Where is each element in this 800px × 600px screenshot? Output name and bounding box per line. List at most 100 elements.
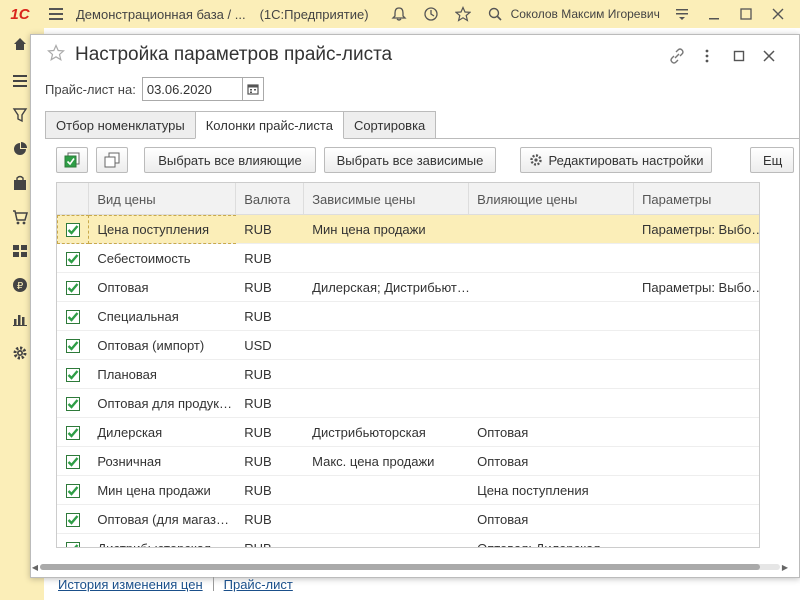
table-row[interactable]: Специальная RUB xyxy=(57,302,759,331)
price-type-cell[interactable]: Себестоимость xyxy=(89,244,236,273)
check-all-button[interactable] xyxy=(56,147,88,173)
influencing-prices-cell[interactable] xyxy=(469,273,634,302)
app-logo[interactable]: 1С xyxy=(0,0,40,28)
dependent-prices-cell[interactable] xyxy=(304,331,469,360)
select-all-dependent-button[interactable]: Выбрать все зависимые xyxy=(324,147,496,173)
price-type-cell[interactable]: Мин цена продажи xyxy=(89,476,236,505)
more-button[interactable]: Ещ xyxy=(750,147,794,173)
horizontal-scrollbar[interactable]: ◀ ▶ xyxy=(30,562,790,572)
price-type-cell[interactable]: Розничная xyxy=(89,447,236,476)
price-type-cell[interactable]: Цена поступления xyxy=(89,215,237,244)
currency-cell[interactable]: RUB xyxy=(236,244,304,273)
scroll-left-icon[interactable]: ◀ xyxy=(30,562,40,572)
parameters-cell[interactable] xyxy=(634,331,759,360)
bell-icon[interactable] xyxy=(383,0,415,28)
currency-cell[interactable]: RUB xyxy=(236,389,304,418)
dependent-prices-cell[interactable]: Макс. цена продажи xyxy=(304,447,469,476)
parameters-cell[interactable] xyxy=(634,534,759,547)
row-checkbox[interactable] xyxy=(57,447,89,476)
row-checkbox[interactable] xyxy=(57,360,89,389)
row-checkbox[interactable] xyxy=(57,505,89,534)
table-row[interactable]: Розничная RUB Макс. цена продажи Оптовая xyxy=(57,447,759,476)
influencing-prices-cell[interactable] xyxy=(469,389,634,418)
price-list-link[interactable]: Прайс-лист xyxy=(224,577,293,592)
checkbox-checked-icon[interactable] xyxy=(66,251,81,266)
currency-cell[interactable]: RUB xyxy=(236,215,304,244)
price-type-cell[interactable]: Оптовая (для магаз… xyxy=(89,505,236,534)
checkbox-checked-icon[interactable] xyxy=(66,309,81,324)
settings-menu-icon[interactable] xyxy=(666,0,698,28)
currency-cell[interactable]: RUB xyxy=(236,418,304,447)
dependent-prices-cell[interactable] xyxy=(304,389,469,418)
price-type-cell[interactable]: Дилерская xyxy=(89,418,236,447)
influencing-prices-cell[interactable]: Оптовая; Дилерская xyxy=(469,534,634,547)
tab-price-list-columns[interactable]: Колонки прайс-листа xyxy=(194,111,344,139)
star-icon[interactable] xyxy=(447,0,479,28)
currency-cell[interactable]: RUB xyxy=(236,273,304,302)
parameters-cell[interactable] xyxy=(634,302,759,331)
currency-cell[interactable]: RUB xyxy=(236,505,304,534)
parameters-cell[interactable] xyxy=(634,389,759,418)
row-checkbox[interactable] xyxy=(57,476,89,505)
maximize-icon[interactable] xyxy=(730,0,762,28)
table-row[interactable]: Оптовая RUB Дилерская; Дистрибьют… Параметр… xyxy=(57,273,759,302)
header-parameters[interactable]: Параметры xyxy=(634,183,759,215)
currency-cell[interactable]: RUB xyxy=(236,534,304,547)
dependent-prices-cell[interactable]: Дистрибьюторская xyxy=(304,418,469,447)
dependent-prices-cell[interactable] xyxy=(304,360,469,389)
table-row[interactable]: Оптовая для продук… RUB xyxy=(57,389,759,418)
table-row[interactable]: Цена поступления RUB Мин цена продажи Парам… xyxy=(57,215,759,244)
dependent-prices-cell[interactable] xyxy=(304,302,469,331)
checkbox-checked-icon[interactable] xyxy=(66,541,81,547)
dependent-prices-cell[interactable] xyxy=(304,534,469,547)
checkbox-checked-icon[interactable] xyxy=(66,425,81,440)
history-icon[interactable] xyxy=(415,0,447,28)
parameters-cell[interactable]: Параметры: Выбо… xyxy=(634,215,759,244)
dependent-prices-cell[interactable] xyxy=(304,505,469,534)
table-row[interactable]: Себестоимость RUB xyxy=(57,244,759,273)
header-dependent[interactable]: Зависимые цены xyxy=(304,183,470,215)
more-actions-icon[interactable] xyxy=(695,45,719,67)
favorite-star-icon[interactable] xyxy=(47,43,67,67)
price-type-cell[interactable]: Специальная xyxy=(89,302,236,331)
table-row[interactable]: Плановая RUB xyxy=(57,360,759,389)
currency-cell[interactable]: RUB xyxy=(236,447,304,476)
checkbox-checked-icon[interactable] xyxy=(66,396,81,411)
currency-cell[interactable]: RUB xyxy=(236,476,304,505)
row-checkbox[interactable] xyxy=(57,273,89,302)
row-checkbox[interactable] xyxy=(57,331,89,360)
parameters-cell[interactable] xyxy=(634,360,759,389)
influencing-prices-cell[interactable]: Оптовая xyxy=(469,505,634,534)
price-type-cell[interactable]: Оптовая (импорт) xyxy=(89,331,236,360)
currency-cell[interactable]: USD xyxy=(236,331,304,360)
price-history-link[interactable]: История изменения цен xyxy=(58,577,203,592)
price-type-cell[interactable]: Дистрибьюторская xyxy=(89,534,236,547)
close-app-icon[interactable] xyxy=(762,0,794,28)
window-close-icon[interactable] xyxy=(757,45,781,67)
tab-product-filter[interactable]: Отбор номенклатуры xyxy=(45,111,196,139)
menu-icon[interactable] xyxy=(40,0,72,28)
row-checkbox[interactable] xyxy=(57,534,89,547)
parameters-cell[interactable]: Параметры: Выбо… xyxy=(634,273,759,302)
dependent-prices-cell[interactable]: Дилерская; Дистрибьют… xyxy=(304,273,469,302)
date-input[interactable] xyxy=(141,77,242,101)
table-row[interactable]: ДистрибьюторскаяRUB Оптовая; Дилерская xyxy=(57,534,759,547)
parameters-cell[interactable] xyxy=(634,447,759,476)
tab-sorting[interactable]: Сортировка xyxy=(342,111,437,139)
select-all-influencing-button[interactable]: Выбрать все влияющие xyxy=(144,147,316,173)
row-checkbox[interactable] xyxy=(57,418,89,447)
influencing-prices-cell[interactable]: Оптовая xyxy=(469,447,634,476)
influencing-prices-cell[interactable] xyxy=(469,360,634,389)
table-row[interactable]: Дилерская RUB Дистрибьюторская Оптовая xyxy=(57,418,759,447)
edit-settings-button[interactable]: Редактировать настройки xyxy=(520,147,712,173)
influencing-prices-cell[interactable]: Оптовая xyxy=(469,418,634,447)
influencing-prices-cell[interactable]: Цена поступления xyxy=(469,476,634,505)
influencing-prices-cell[interactable] xyxy=(469,244,634,273)
checkbox-checked-icon[interactable] xyxy=(66,338,81,353)
checkbox-checked-icon[interactable] xyxy=(66,280,81,295)
row-checkbox[interactable] xyxy=(57,389,89,418)
checkbox-checked-icon[interactable] xyxy=(66,367,81,382)
dependent-prices-cell[interactable]: Мин цена продажи xyxy=(304,215,469,244)
parameters-cell[interactable] xyxy=(634,505,759,534)
row-checkbox[interactable] xyxy=(57,302,89,331)
